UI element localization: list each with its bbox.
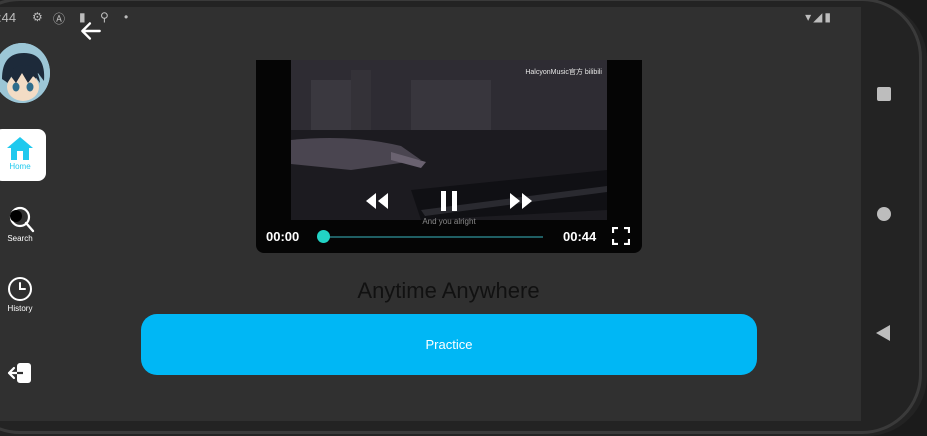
nav-home-label: Home — [9, 162, 31, 171]
search-icon — [9, 206, 35, 233]
video-subtitle: And you alright — [422, 217, 476, 226]
dot-icon: • — [124, 10, 129, 24]
nav-search-label: Search — [7, 234, 33, 243]
nav-logout[interactable] — [0, 353, 46, 405]
app-notification-icon: Ⓐ — [53, 12, 66, 26]
practice-button[interactable]: Practice — [141, 314, 757, 375]
video-player[interactable]: HalcyonMusic官方 bilibili And you alright … — [256, 60, 642, 253]
avatar-image — [0, 43, 50, 103]
recent-apps-button[interactable] — [877, 87, 891, 101]
rewind-icon[interactable] — [364, 191, 390, 211]
avatar[interactable] — [0, 43, 50, 103]
fullscreen-icon[interactable] — [612, 227, 630, 245]
logout-icon — [7, 363, 31, 383]
nav-search[interactable]: Search — [0, 199, 46, 251]
current-time: 00:00 — [266, 229, 300, 244]
seek-bar[interactable] — [323, 236, 543, 238]
home-system-button[interactable] — [877, 207, 891, 221]
status-time: :44 — [0, 10, 17, 25]
nav-history-label: History — [7, 304, 33, 313]
pause-icon[interactable] — [439, 190, 459, 212]
back-arrow-icon[interactable] — [78, 18, 104, 44]
seek-handle[interactable] — [316, 230, 330, 243]
settings-icon: ⚙ — [32, 10, 43, 24]
status-bar: :44 ⚙ Ⓐ ▮ ⚲ • ▾◢▮ — [0, 7, 861, 29]
nav-home[interactable]: Home — [0, 129, 46, 181]
practice-button-label: Practice — [425, 337, 473, 352]
device-frame: :44 ⚙ Ⓐ ▮ ⚲ • ▾◢▮ — [0, 0, 927, 436]
duration-time: 00:44 — [563, 229, 597, 244]
app-screen: :44 ⚙ Ⓐ ▮ ⚲ • ▾◢▮ — [0, 7, 861, 421]
home-icon — [7, 137, 33, 160]
fast-forward-icon[interactable] — [508, 191, 534, 211]
signal-battery-icon: ▾◢▮ — [805, 10, 833, 24]
back-system-button[interactable] — [876, 325, 890, 341]
video-watermark: HalcyonMusic官方 bilibili — [525, 69, 602, 76]
page-title: Anytime Anywhere — [357, 278, 540, 303]
